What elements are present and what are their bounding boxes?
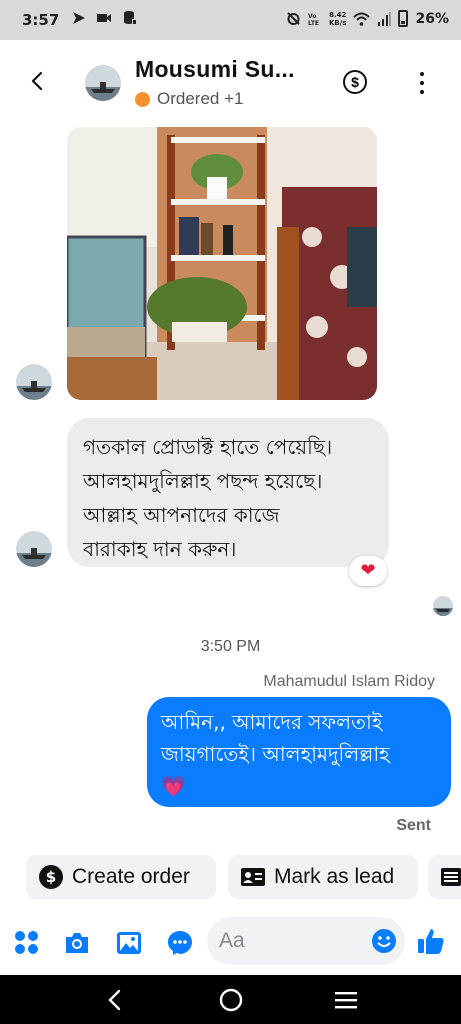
system-nav-bar: [0, 975, 461, 1024]
emoji-icon[interactable]: [371, 928, 397, 954]
signal-icon: [378, 11, 392, 26]
photo-message[interactable]: [67, 127, 377, 400]
contact-status[interactable]: Ordered +1: [135, 89, 243, 109]
nav-home-icon[interactable]: [218, 987, 244, 1013]
message-line: জায়গাতেই। আলহামদুলিল্লাহ: [161, 742, 390, 766]
video-icon: [97, 14, 111, 22]
svg-text:$: $: [46, 868, 56, 886]
message-line: বারাকাহ দান করুন।: [83, 537, 237, 561]
kebab-icon[interactable]: [412, 70, 432, 96]
wifi-icon: [353, 12, 371, 26]
message-line: আল্লাহ আপনাদের কাজে: [83, 503, 280, 527]
sender-name: Mahamudul Islam Ridoy: [263, 673, 435, 690]
mark-as-lead-label: Mark as lead: [274, 865, 395, 888]
alarm-off-icon: [287, 12, 300, 25]
network-speed: 8.42 KB/s: [329, 11, 346, 27]
avatar[interactable]: [85, 65, 121, 101]
status-time: 3:57: [22, 11, 60, 29]
status-notification-icons: [72, 10, 138, 26]
message-line: আমিন,, আমাদের সফলতাই: [161, 710, 383, 734]
battery-icon: [398, 10, 409, 27]
message-input[interactable]: [207, 917, 357, 965]
chat-header: Mousumi Su... Ordered +1 $: [0, 40, 461, 122]
gallery-icon[interactable]: [115, 929, 143, 957]
net-speed-unit: KB/s: [329, 18, 347, 27]
create-order-button[interactable]: $ Create order: [26, 855, 216, 899]
status-bar: 3:57 Vo LTE 8.42 KB/s 26%: [0, 0, 461, 40]
message-line: আলহামদুলিল্লাহ পছন্দ হয়েছে।: [83, 469, 323, 493]
create-order-label: Create order: [72, 865, 190, 888]
message-timestamp: 3:50 PM: [200, 638, 261, 655]
status-system-icons: Vo LTE 8.42 KB/s 26%: [286, 10, 449, 27]
back-icon[interactable]: [22, 66, 52, 96]
dollar-circle-icon: $: [38, 864, 64, 890]
mark-as-lead-button[interactable]: Mark as lead: [228, 855, 418, 899]
send-icon: [73, 12, 85, 24]
nav-back-icon[interactable]: [102, 987, 128, 1013]
avatar[interactable]: [16, 364, 52, 400]
message-input-wrapper: [207, 917, 405, 965]
volte-icon: VoLTE: [308, 13, 319, 27]
svg-text:Vo: Vo: [308, 13, 316, 20]
nav-menu-icon[interactable]: [333, 987, 359, 1013]
apps-icon[interactable]: [13, 929, 41, 957]
like-icon[interactable]: [416, 926, 446, 956]
svg-text:LTE: LTE: [308, 20, 319, 27]
dollar-icon[interactable]: $: [343, 70, 367, 94]
incoming-message-bubble[interactable]: গতকাল প্রোডাক্ট হাতে পেয়েছি। আলহামদুলিল…: [67, 418, 389, 567]
message-line: 💗: [161, 774, 186, 798]
database-icon: [124, 11, 137, 25]
contact-name[interactable]: Mousumi Su...: [135, 56, 295, 83]
status-dot: [135, 91, 150, 107]
contact-card-icon: [240, 864, 266, 890]
seen-avatar: [433, 596, 453, 616]
heart-reaction[interactable]: ❤: [349, 556, 387, 586]
outgoing-message-bubble[interactable]: আমিন,, আমাদের সফলতাই জায়গাতেই। আলহামদুল…: [147, 697, 451, 807]
message-line: গতকাল প্রোডাক্ট হাতে পেয়েছি।: [83, 435, 333, 459]
camera-icon[interactable]: [63, 929, 91, 957]
net-speed-value: 8.42: [329, 10, 347, 19]
messenger-icon[interactable]: [166, 929, 194, 957]
avatar[interactable]: [16, 531, 52, 567]
list-icon: [440, 864, 461, 890]
delivery-status: Sent: [396, 817, 431, 834]
message-composer: [0, 912, 461, 972]
more-actions-chip[interactable]: [428, 855, 461, 899]
status-text: Ordered +1: [157, 89, 244, 108]
battery-level: 26%: [415, 10, 449, 27]
